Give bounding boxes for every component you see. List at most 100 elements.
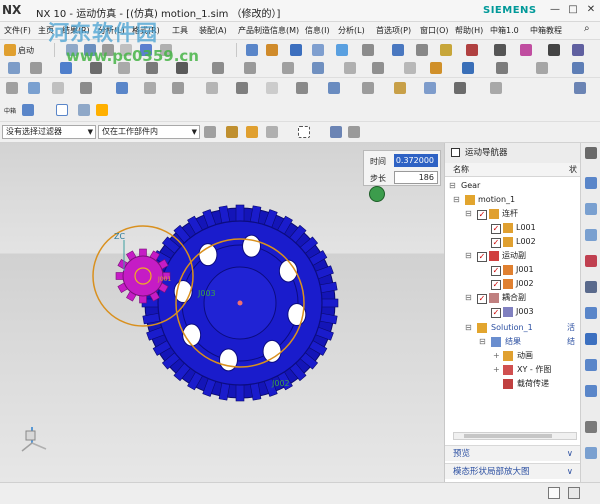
trim-icon[interactable] (454, 82, 466, 94)
snap-icon[interactable] (266, 44, 278, 56)
tree-item-joints[interactable]: ⊟ ✓ 运动副 (445, 249, 579, 263)
view-cube-icon[interactable] (330, 126, 342, 138)
menu-tools[interactable]: 工具 (172, 25, 188, 36)
column-name[interactable]: 名称 (453, 163, 469, 177)
menu-help[interactable]: 帮助(H) (455, 25, 483, 36)
solver-icon[interactable] (344, 62, 356, 74)
marker-icon[interactable] (282, 62, 294, 74)
point-icon[interactable] (6, 82, 18, 94)
filter-icon[interactable] (348, 126, 360, 138)
checkbox[interactable]: ✓ (491, 238, 501, 248)
part-icon[interactable] (22, 104, 34, 116)
clock-icon[interactable] (585, 421, 597, 433)
mode-shape-section[interactable]: 模态形状局部放大图 ∨ (445, 463, 581, 479)
tree-item-results[interactable]: ⊟ 结果 结 (445, 335, 579, 349)
tree-item-links[interactable]: ⊟ ✓ 连杆 (445, 207, 579, 221)
tree-item-l001[interactable]: ✓ L001 (445, 221, 579, 235)
snap-point-icon[interactable] (226, 126, 238, 138)
orient-icon[interactable] (336, 44, 348, 56)
csys-origin-icon[interactable] (369, 186, 385, 202)
analyze-icon[interactable] (520, 44, 532, 56)
collapse-icon[interactable]: ⊟ (453, 193, 460, 207)
web-browser-icon[interactable] (585, 307, 597, 319)
settings-icon[interactable] (96, 104, 108, 116)
motion-navigator-icon[interactable] (585, 255, 597, 267)
pan-icon[interactable] (494, 44, 506, 56)
expand-icon[interactable]: + (493, 363, 500, 377)
menu-zhongxiang[interactable]: 中箱1.0 (490, 25, 519, 36)
status-window-icon[interactable] (548, 487, 560, 499)
hole-icon[interactable] (266, 82, 278, 94)
vector-icon[interactable] (28, 82, 40, 94)
endpoint-icon[interactable] (246, 126, 258, 138)
tree-item-j003[interactable]: ✓ J003 (445, 305, 579, 319)
checkbox[interactable]: ✓ (491, 308, 501, 318)
trace-icon[interactable] (404, 62, 416, 74)
reuse-library-icon[interactable] (585, 281, 597, 293)
navigator-pin-icon[interactable] (451, 148, 460, 157)
tree-item-couplers[interactable]: ⊟ ✓ 耦合副 (445, 291, 579, 305)
plot-icon[interactable] (462, 62, 474, 74)
menu-file[interactable]: 文件(F) (4, 25, 31, 36)
graph-icon[interactable] (572, 62, 584, 74)
part-label[interactable]: 中箱 (4, 106, 16, 115)
horizontal-scrollbar[interactable] (453, 432, 577, 440)
shell-icon[interactable] (362, 82, 374, 94)
expand-icon[interactable]: + (493, 349, 500, 363)
status-fullscreen-icon[interactable] (568, 487, 580, 499)
collapse-icon[interactable]: ⊟ (465, 207, 472, 221)
gear-settings-icon[interactable] (585, 147, 597, 159)
collapse-icon[interactable]: ⊟ (465, 249, 472, 263)
start-button[interactable]: 启动 (18, 45, 34, 56)
animation-icon[interactable] (430, 62, 442, 74)
box-select-icon[interactable] (298, 126, 310, 138)
scrollbar-thumb[interactable] (464, 434, 552, 438)
arc-icon[interactable] (172, 82, 184, 94)
menu-preferences[interactable]: 首选项(P) (376, 25, 411, 36)
tree-item-gear[interactable]: ⊟ Gear (445, 179, 579, 193)
shaded-icon[interactable] (290, 44, 302, 56)
menu-assembly[interactable]: 装配(A) (199, 25, 227, 36)
selection-settings-icon[interactable] (204, 126, 216, 138)
chamfer-icon[interactable] (328, 82, 340, 94)
sensor-icon[interactable] (312, 62, 324, 74)
contact-icon[interactable] (212, 62, 224, 74)
menu-info[interactable]: 信息(I) (305, 25, 330, 36)
fit-icon[interactable] (392, 44, 404, 56)
driver-icon[interactable] (244, 62, 256, 74)
close-button[interactable]: ✕ (584, 3, 598, 17)
system-materials-icon[interactable] (585, 359, 597, 371)
constraint-navigator-icon[interactable] (585, 229, 597, 241)
menu-pmi[interactable]: 产品制造信息(M) (238, 25, 299, 36)
offset-icon[interactable] (490, 82, 502, 94)
column-status[interactable]: 状 (569, 163, 577, 177)
graphics-window[interactable]: ZC J003 J002 J001 (0, 143, 444, 482)
table-icon[interactable] (246, 44, 258, 56)
tree-item-load-transfer[interactable]: 载荷传递 (445, 377, 579, 391)
select-icon[interactable] (8, 62, 20, 74)
layer-icon[interactable] (440, 44, 452, 56)
checkbox[interactable]: ✓ (491, 224, 501, 234)
hide-icon[interactable] (30, 62, 42, 74)
checkbox[interactable]: ✓ (477, 294, 487, 304)
selection-filter-select[interactable]: 没有选择过滤器 ▼ (2, 125, 96, 139)
motion-icon[interactable] (466, 44, 478, 56)
roles-icon[interactable] (585, 447, 597, 459)
tree-item-j002[interactable]: ✓ J002 (445, 277, 579, 291)
selection-scope-select[interactable]: 仅在工作部件内 ▼ (98, 125, 200, 139)
tree-item-animation[interactable]: + 动画 (445, 349, 579, 363)
collapse-icon[interactable]: ⊟ (465, 291, 472, 305)
collapse-icon[interactable]: ⊟ (465, 321, 472, 335)
menu-window[interactable]: 窗口(O) (420, 25, 449, 36)
plane-icon[interactable] (52, 82, 64, 94)
search-icon[interactable]: ⌕ (584, 23, 590, 34)
step-field[interactable]: 186 (394, 171, 438, 184)
curve-icon[interactable] (116, 82, 128, 94)
export-icon[interactable] (496, 62, 508, 74)
revolve-icon[interactable] (236, 82, 248, 94)
menu-tutorial[interactable]: 中箱教程 (530, 25, 562, 36)
time-field[interactable]: 0.372000 (394, 154, 438, 167)
assembly-navigator-icon[interactable] (585, 203, 597, 215)
history-icon[interactable] (585, 333, 597, 345)
packaging-icon[interactable] (536, 62, 548, 74)
